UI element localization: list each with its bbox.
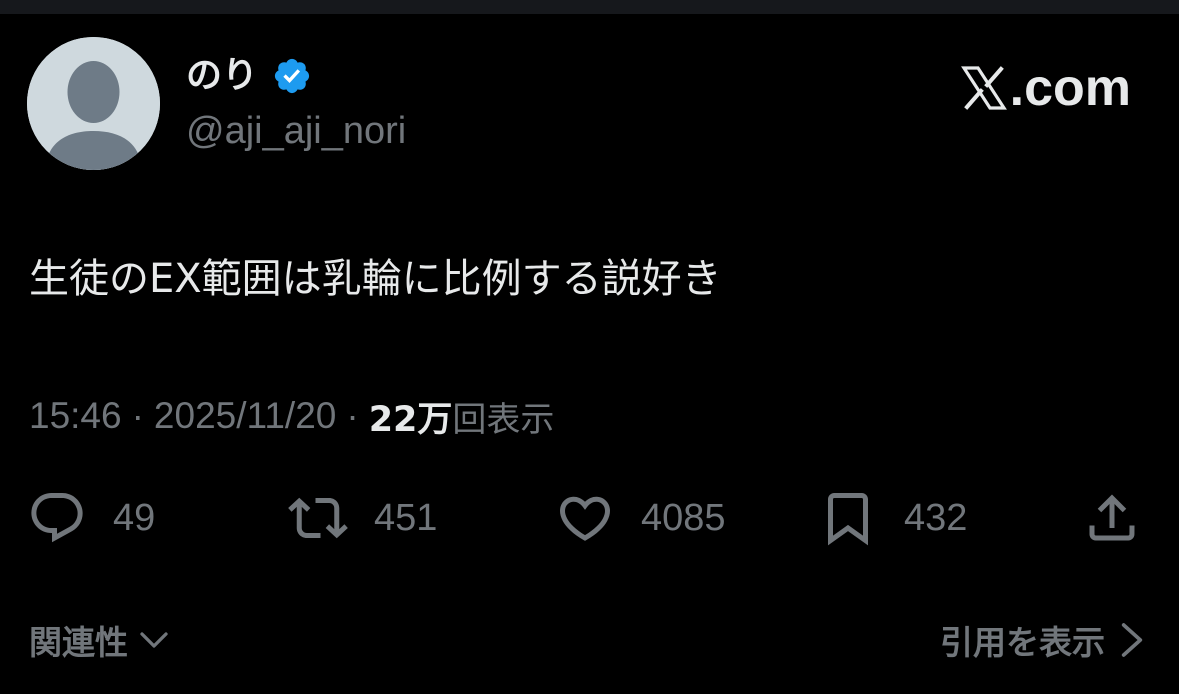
view-quotes-link[interactable]: 引用を表示 [940, 614, 1147, 666]
verified-badge-icon [274, 58, 310, 94]
reply-icon [31, 493, 83, 543]
relevance-sort-dropdown[interactable]: 関連性 [29, 614, 172, 666]
tweet-meta: 15:46 · 2025/11/20 · 22万 回表示 [29, 392, 554, 440]
meta-separator: · [131, 395, 144, 436]
views-count: 22万 [368, 399, 453, 440]
chevron-down-icon [140, 632, 168, 648]
views-label: 回表示 [452, 399, 555, 440]
x-com-watermark: .com [960, 56, 1131, 120]
display-name[interactable]: のり [186, 52, 258, 100]
share-icon [1089, 494, 1135, 541]
author-name-row: のり [186, 52, 312, 100]
tweet-date[interactable]: 2025/11/20 [154, 395, 336, 437]
bookmark-count: 432 [904, 496, 968, 539]
share-button[interactable] [1082, 486, 1142, 550]
x-logo-icon [960, 66, 1007, 110]
reply-count: 49 [113, 496, 156, 539]
top-bar [0, 0, 1179, 14]
heart-icon [559, 496, 611, 541]
brand-domain-text: .com [1009, 59, 1131, 117]
avatar[interactable] [27, 37, 160, 170]
retweet-icon [288, 497, 348, 539]
user-handle[interactable]: @aji_aji_nori [186, 107, 406, 155]
meta-separator: · [346, 395, 359, 436]
retweet-count: 451 [374, 496, 438, 539]
tweet-time[interactable]: 15:46 [29, 395, 122, 437]
like-count: 4085 [641, 496, 726, 539]
view-quotes-label: 引用を表示 [940, 623, 1105, 662]
tweet-text: 生徒のEX範囲は乳輪に比例する説好き [29, 256, 722, 302]
bookmark-icon [828, 493, 868, 546]
like-button[interactable]: 4085 [555, 486, 726, 550]
chevron-right-icon [1121, 623, 1143, 657]
action-bar: 49 451 4085 432 [0, 486, 1179, 550]
reply-button[interactable]: 49 [27, 486, 155, 550]
default-avatar-icon [27, 37, 160, 170]
retweet-button[interactable]: 451 [288, 486, 437, 550]
bookmark-button[interactable]: 432 [818, 486, 967, 550]
relevance-label: 関連性 [29, 623, 128, 662]
